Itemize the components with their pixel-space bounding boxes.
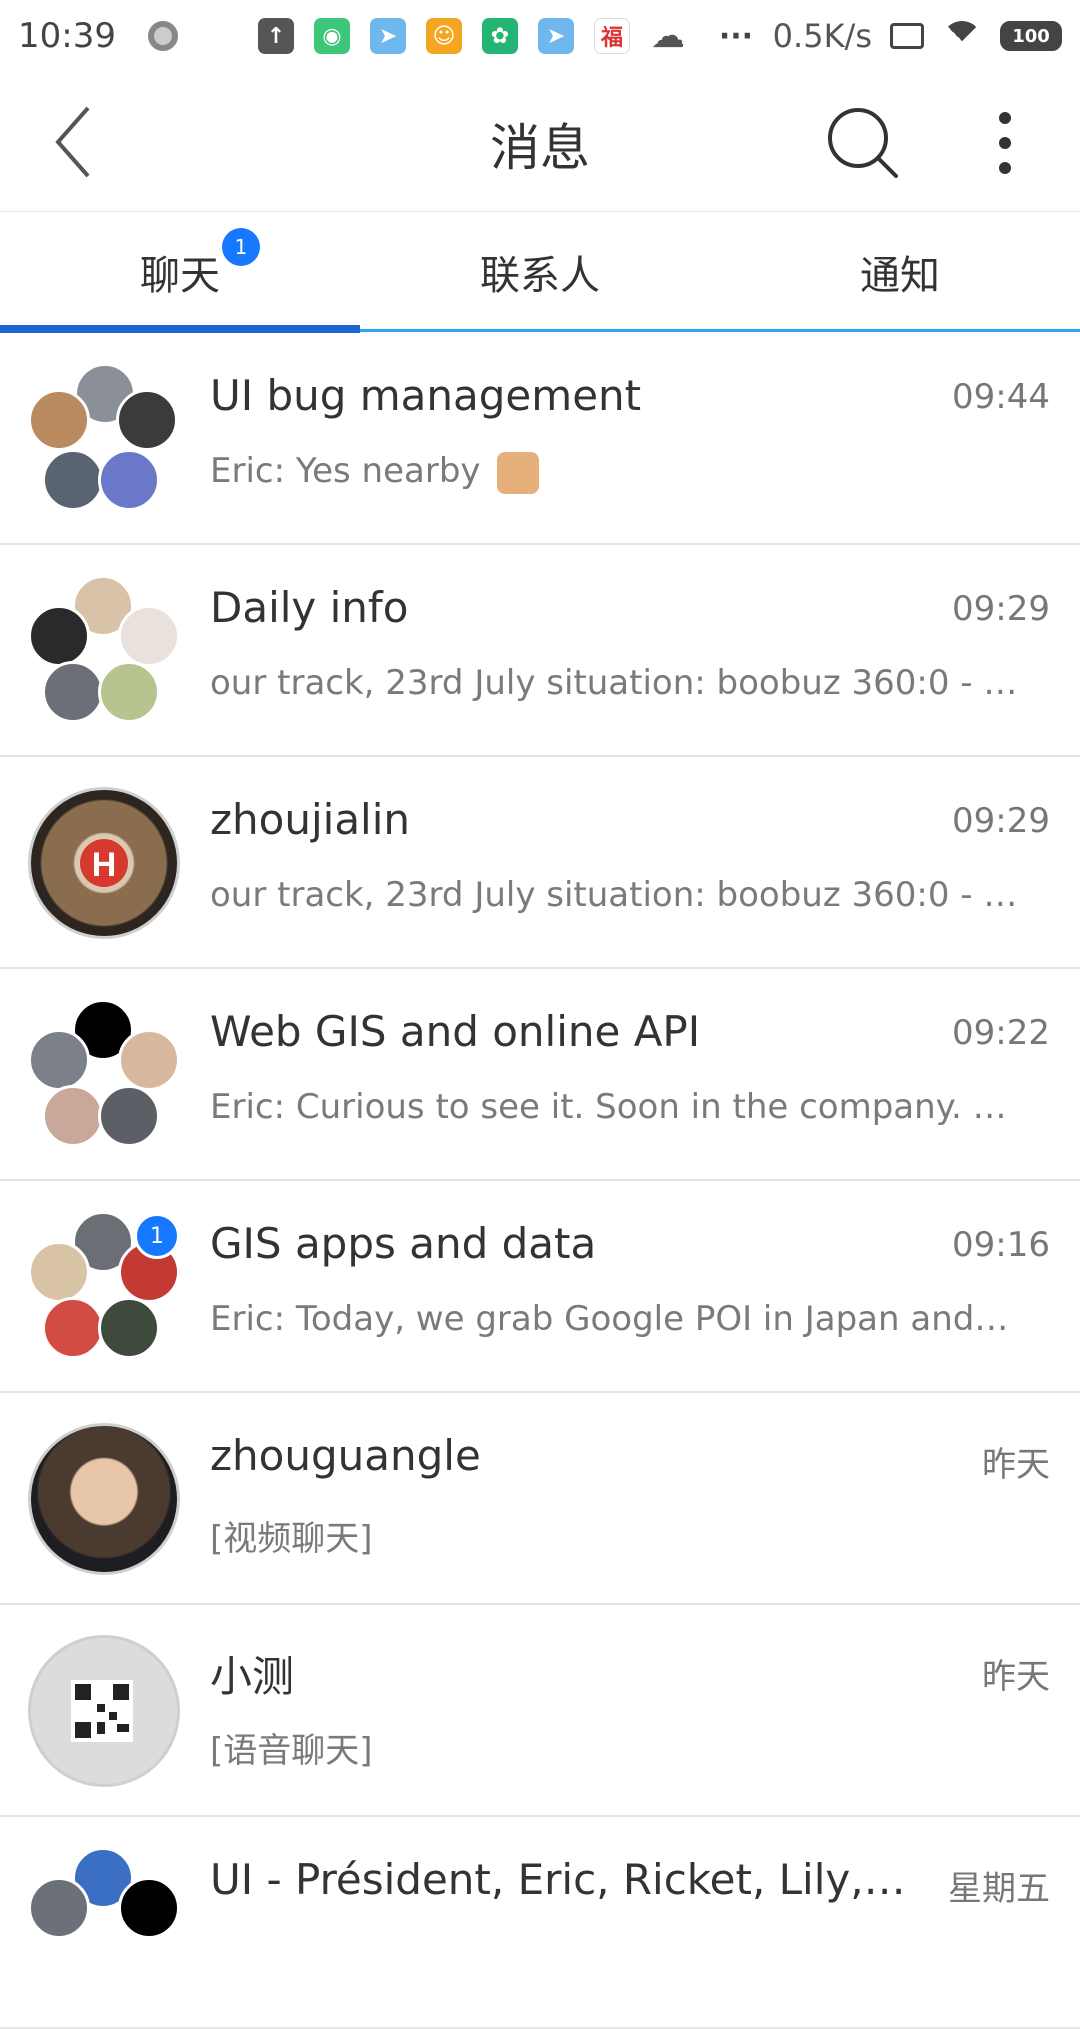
conversation-preview: our track, 23rd July situation: boobuz 3… [210, 875, 1018, 915]
avatar [28, 1423, 180, 1575]
conversation-item[interactable]: 1 GIS apps and data 09:16 Eric: Today, w… [0, 1181, 1080, 1393]
conversation-time: 09:29 [952, 589, 1050, 629]
status-bar: 10:39 ↑ ◉ ➤ ☺ ✿ ➤ 福 ☁ ··· 0.5K/s 100 [0, 0, 1080, 72]
app-icon: 福 [594, 18, 630, 54]
conversation-time: 09:44 [952, 377, 1050, 417]
user-avatar [28, 1423, 180, 1575]
group-avatar [28, 363, 180, 515]
conversation-item[interactable]: UI - Président, Eric, Ricket, Lily, Gu..… [0, 1817, 1080, 2029]
group-avatar [28, 999, 180, 1151]
wink-emoji-icon [978, 1087, 1018, 1130]
more-vertical-icon [999, 112, 1011, 174]
tab-bar: 聊天 1 联系人 通知 [0, 212, 1080, 332]
unread-badge: 1 [134, 1213, 180, 1259]
conversation-time: 星期五 [948, 1869, 1050, 1909]
conversation-name: zhoujialin [210, 795, 411, 844]
conversation-preview: Eric: Today, we grab Google POI in Japan… [210, 1299, 1018, 1339]
network-speed: 0.5K/s [772, 17, 872, 55]
battery-icon: 100 [1000, 21, 1062, 51]
unread-badge: 1 [222, 228, 260, 266]
conversation-item[interactable]: Daily info 09:29 our track, 23rd July si… [0, 545, 1080, 757]
conversation-item[interactable]: zhouguangle 昨天 [视频聊天] [0, 1393, 1080, 1605]
conversation-time: 09:29 [952, 801, 1050, 841]
conversation-name: Web GIS and online API [210, 1007, 701, 1056]
conversation-name: GIS apps and data [210, 1219, 597, 1268]
conversation-preview: [视频聊天] [210, 1519, 373, 1559]
avatar [28, 1635, 180, 1787]
more-notifications-icon: ··· [718, 18, 754, 54]
conversation-list: UI bug management 09:44 Eric: Yes nearby… [0, 333, 1080, 2029]
tab-label: 联系人 [480, 253, 600, 299]
tab-label: 通知 [860, 253, 940, 299]
member-avatar [116, 389, 178, 451]
page-title: 消息 [490, 119, 590, 177]
member-avatar [42, 1297, 104, 1359]
conversation-name: UI bug management [210, 371, 642, 420]
conversation-time: 09:16 [952, 1225, 1050, 1265]
avatar: H [28, 787, 180, 939]
member-avatar [28, 1029, 90, 1091]
record-icon [148, 21, 178, 51]
preview-text: Eric: Yes nearby [210, 451, 481, 491]
conversation-name: zhouguangle [210, 1431, 481, 1480]
app-header: 消息 [0, 72, 1080, 212]
wifi-icon [942, 21, 982, 51]
conversation-item[interactable]: Web GIS and online API 09:22 Eric: Curio… [0, 969, 1080, 1181]
conversation-preview: [语音聊天] [210, 1731, 373, 1771]
tab-contacts[interactable]: 联系人 [360, 212, 720, 332]
logo-icon: H [80, 839, 128, 887]
conversation-time: 昨天 [982, 1657, 1050, 1697]
conversation-time: 09:22 [952, 1013, 1050, 1053]
app-icon: ◉ [314, 18, 350, 54]
app-icon: ☺ [426, 18, 462, 54]
tab-chat[interactable]: 聊天 1 [0, 212, 360, 332]
conversation-preview: Eric: Yes nearby [210, 451, 1018, 494]
member-avatar [98, 449, 160, 511]
send-icon: ➤ [370, 18, 406, 54]
member-avatar [42, 449, 104, 511]
tab-active-indicator [0, 325, 360, 333]
member-avatar [118, 605, 180, 667]
conversation-time: 昨天 [982, 1445, 1050, 1485]
member-avatar [98, 661, 160, 723]
member-avatar [28, 605, 90, 667]
status-time: 10:39 [18, 16, 116, 56]
member-avatar [98, 1085, 160, 1147]
user-avatar: H [28, 787, 180, 939]
member-avatar [98, 1297, 160, 1359]
sim-icon [890, 23, 924, 49]
member-avatar [28, 1241, 90, 1303]
member-avatar [118, 1877, 180, 1939]
member-avatar [28, 389, 90, 451]
user-avatar [28, 1635, 180, 1787]
member-avatar [118, 1029, 180, 1091]
conversation-name: Daily info [210, 583, 409, 632]
thumbs-up-icon [497, 451, 540, 494]
notification-icons: ↑ ◉ ➤ ☺ ✿ ➤ 福 ☁ ··· [258, 16, 766, 56]
member-avatar [42, 661, 104, 723]
conversation-item[interactable]: 小测 昨天 [语音聊天] [0, 1605, 1080, 1817]
tab-notifications[interactable]: 通知 [720, 212, 1080, 332]
tab-label: 聊天 [140, 253, 220, 299]
search-button[interactable] [818, 98, 908, 188]
svg-text:H: H [92, 846, 117, 884]
search-icon [828, 108, 898, 178]
conversation-item[interactable]: H zhoujialin 09:29 our track, 23rd July … [0, 757, 1080, 969]
conversation-name: 小测 [210, 1652, 295, 1701]
app-icon: ✿ [482, 18, 518, 54]
send-icon: ➤ [538, 18, 574, 54]
upload-icon: ↑ [258, 18, 294, 54]
member-avatar [28, 1877, 90, 1939]
group-avatar [28, 1847, 180, 1999]
preview-text: Eric: Curious to see it. Soon in the com… [210, 1087, 962, 1127]
cloud-icon: ☁ [651, 16, 685, 56]
conversation-item[interactable]: UI bug management 09:44 Eric: Yes nearby [0, 333, 1080, 545]
conversation-name: UI - Président, Eric, Ricket, Lily, Gu..… [210, 1855, 910, 1904]
more-options-button[interactable] [980, 98, 1030, 188]
conversation-preview: our track, 23rd July situation: boobuz 3… [210, 663, 1018, 703]
group-avatar [28, 575, 180, 727]
member-avatar [42, 1085, 104, 1147]
qr-code-icon [71, 1680, 133, 1742]
conversation-preview: Eric: Curious to see it. Soon in the com… [210, 1087, 1018, 1130]
